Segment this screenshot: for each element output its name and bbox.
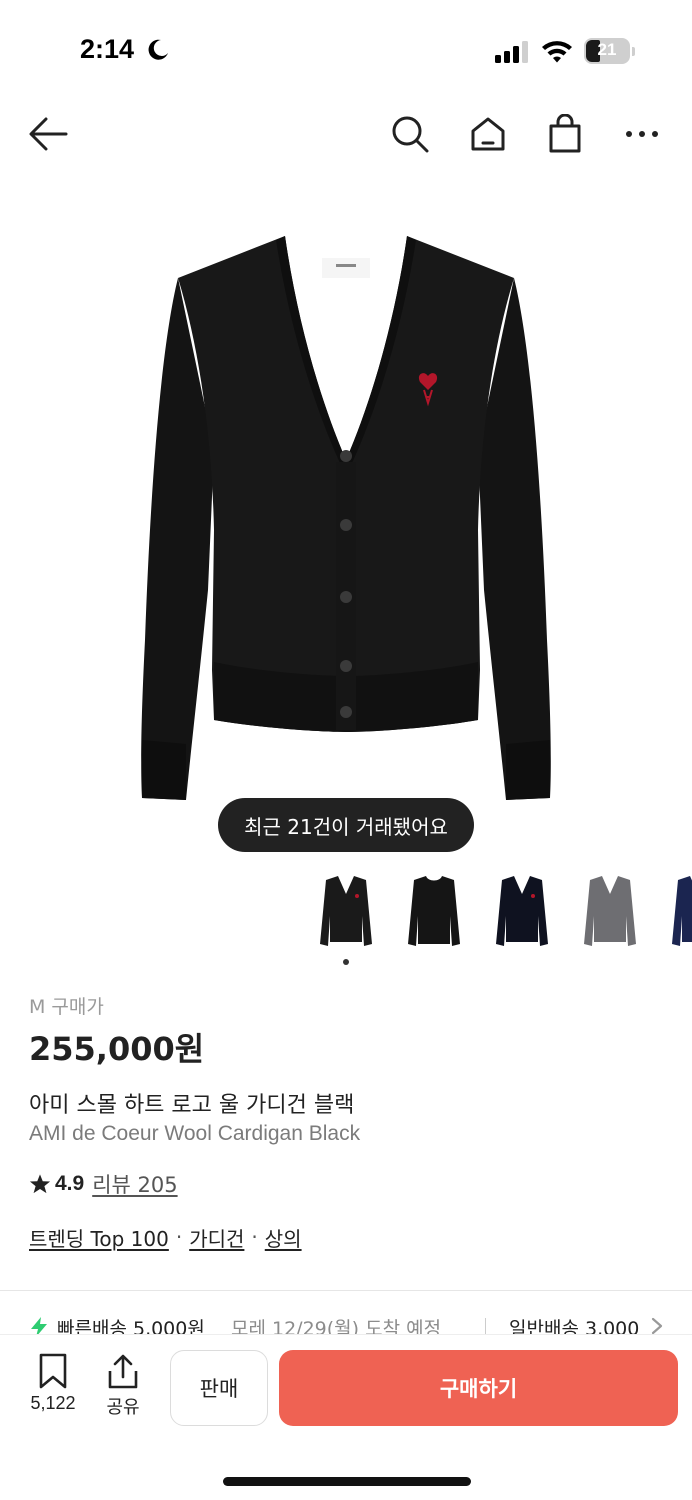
color-thumbnails <box>310 866 692 956</box>
bookmark-button[interactable]: 5,122 <box>18 1353 88 1425</box>
buy-button[interactable]: 구매하기 <box>279 1350 678 1426</box>
tag-cardigan[interactable]: 가디건 <box>189 1223 244 1252</box>
more-icon <box>626 131 658 137</box>
section-divider <box>0 1290 692 1291</box>
size-price-label: M 구매가 <box>29 996 104 1018</box>
share-button[interactable]: 공유 <box>88 1353 158 1425</box>
shopping-bag-button[interactable] <box>539 108 591 160</box>
search-icon <box>392 116 429 153</box>
sell-button[interactable]: 판매 <box>170 1350 268 1426</box>
star-icon <box>29 1174 51 1194</box>
bookmark-icon <box>39 1353 67 1389</box>
status-time: 2:14 <box>80 34 135 64</box>
rating-value: 4.9 <box>55 1172 85 1195</box>
battery-level: 21 <box>597 40 617 59</box>
product-image[interactable] <box>0 200 692 860</box>
rating-row: 4.9 리뷰 205 <box>29 1170 178 1198</box>
search-button[interactable] <box>384 108 436 160</box>
carousel-indicator <box>343 959 349 965</box>
share-icon <box>108 1354 138 1389</box>
arrow-left-icon <box>29 117 68 151</box>
product-name-korean: 아미 스몰 하트 로고 울 가디건 블랙 <box>29 1093 355 1118</box>
review-link[interactable]: 리뷰 205 <box>92 1169 177 1199</box>
shopping-bag-icon <box>549 114 581 153</box>
home-indicator <box>223 1477 471 1486</box>
share-label: 공유 <box>106 1397 140 1417</box>
bottom-action-bar: 5,122 공유 판매 구매하기 <box>0 1334 692 1500</box>
home-icon <box>471 117 505 151</box>
recent-trades-toast: 최근 21건이 거래됐어요 <box>218 798 474 852</box>
tag-trending[interactable]: 트렌딩 Top 100 <box>29 1223 169 1252</box>
product-name-english: AMI de Coeur Wool Cardigan Black <box>29 1122 361 1145</box>
tag-tops[interactable]: 상의 <box>265 1223 302 1252</box>
home-button[interactable] <box>462 108 514 160</box>
chevron-right-icon <box>651 1317 663 1335</box>
tag-separator: · <box>175 1225 183 1249</box>
back-button[interactable] <box>22 108 74 160</box>
battery-icon: 21 <box>584 38 636 64</box>
thumbnail-black-sweater[interactable] <box>398 866 470 956</box>
bookmark-count: 5,122 <box>30 1393 76 1413</box>
thumbnail-navy-cardigan[interactable] <box>486 866 558 956</box>
moon-icon <box>148 39 168 60</box>
thumbnail-blue-cardigan[interactable] <box>662 866 692 956</box>
tag-separator: · <box>251 1225 258 1249</box>
status-bar: 2:14 21 <box>0 0 692 100</box>
thumbnail-grey-cardigan[interactable] <box>574 866 646 956</box>
category-tags: 트렌딩 Top 100 · 가디건 · 상의 <box>29 1222 302 1252</box>
more-button[interactable] <box>616 108 668 160</box>
product-price: 255,000원 <box>29 1030 205 1068</box>
thumbnail-black-cardigan[interactable] <box>310 866 382 956</box>
wifi-icon <box>542 41 572 63</box>
cellular-signal-icon <box>495 41 528 63</box>
